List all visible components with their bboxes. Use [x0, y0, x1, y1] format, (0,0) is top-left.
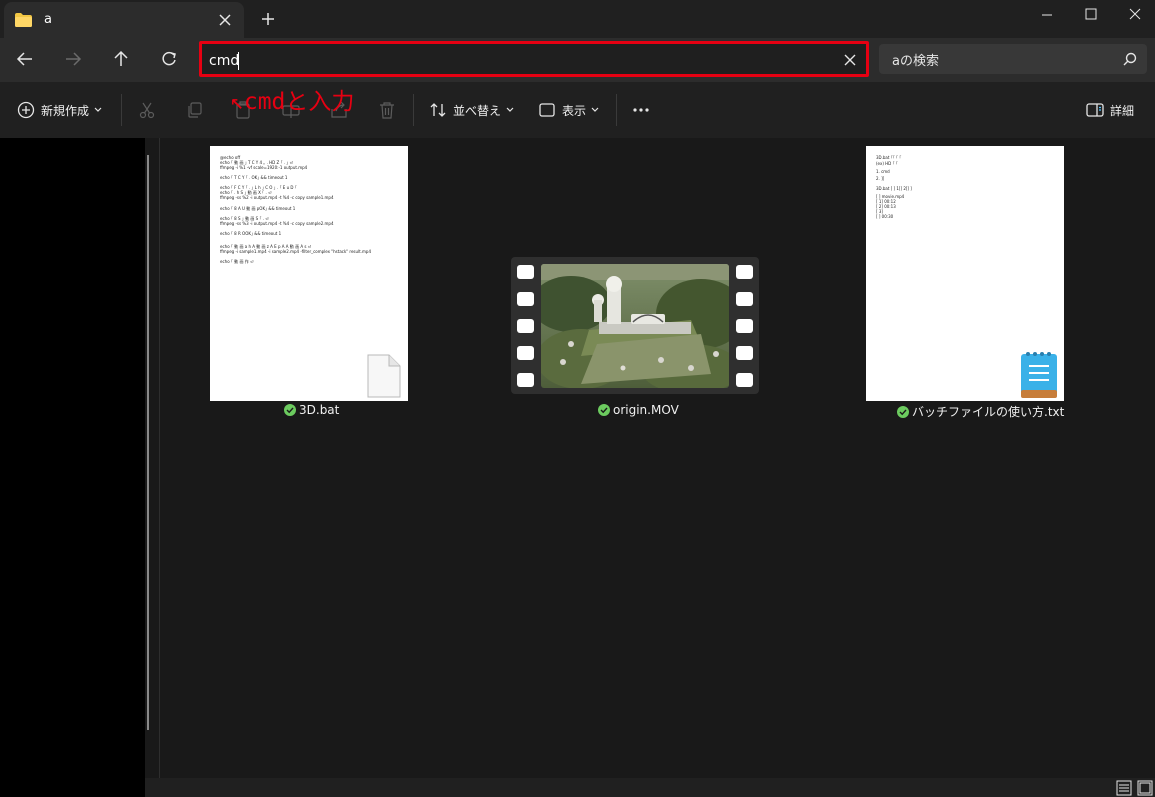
- sort-button[interactable]: 並べ替え: [429, 82, 514, 138]
- file-name-bat[interactable]: 3D.bat: [284, 403, 339, 417]
- film-hole: [736, 319, 753, 333]
- sort-icon: [430, 103, 446, 117]
- new-button[interactable]: 新規作成: [17, 82, 102, 138]
- preview-line: 3D.bat [ ] 1[] 2[] ]: [876, 186, 912, 191]
- preview-line: 1. cmd: [876, 169, 890, 174]
- address-bar[interactable]: [199, 41, 869, 77]
- minimize-icon: [1042, 14, 1052, 16]
- close-window-button[interactable]: [1112, 0, 1155, 30]
- view-icon: [539, 103, 555, 117]
- cut-icon[interactable]: [138, 101, 156, 119]
- film-hole: [736, 373, 753, 387]
- sync-ok-icon: [897, 405, 909, 418]
- preview-line: echo ｢ 動 画 作 ⏎: [220, 259, 254, 264]
- film-hole: [517, 265, 534, 279]
- details-button[interactable]: 詳細: [1086, 82, 1134, 138]
- film-hole: [736, 346, 753, 360]
- search-icon[interactable]: [1122, 51, 1138, 67]
- divider: [413, 94, 414, 126]
- file-name-label: 3D.bat: [299, 403, 340, 417]
- navigation-bar: aの検索: [0, 38, 1155, 82]
- up-arrow-icon[interactable]: [108, 48, 134, 70]
- command-bar: 新規作成 並べ替え 表示 詳細: [0, 82, 1155, 138]
- preview-line: echo ｢ 8 R OOK｣ && timeout 1: [220, 231, 282, 236]
- file-name-txt[interactable]: バッチファイルの使い方.txt: [897, 403, 1064, 420]
- search-placeholder: aの検索: [892, 54, 939, 69]
- generic-file-icon: [367, 354, 401, 398]
- file-name-label: バッチファイルの使い方.txt: [912, 405, 1065, 419]
- view-label: 表示: [562, 103, 587, 118]
- minimize-button[interactable]: [1024, 0, 1070, 30]
- refresh-icon[interactable]: [156, 48, 182, 70]
- preview-line: ffmpeg -i %1 -vf scale=1920:-1 output.mp…: [220, 165, 308, 170]
- search-box[interactable]: aの検索: [879, 44, 1147, 74]
- film-hole: [736, 292, 753, 306]
- view-button[interactable]: 表示: [538, 82, 599, 138]
- vertical-scrollbar[interactable]: [147, 155, 149, 730]
- status-bar: [145, 778, 1155, 797]
- film-hole: [736, 265, 753, 279]
- maximize-button[interactable]: [1068, 0, 1114, 30]
- details-view-icon[interactable]: [1116, 780, 1132, 796]
- sync-ok-icon: [598, 404, 610, 416]
- new-tab-icon[interactable]: [258, 9, 278, 29]
- film-hole: [517, 373, 534, 387]
- copy-icon[interactable]: [186, 101, 204, 119]
- text-caret: [238, 52, 239, 70]
- tab-title: a: [44, 12, 52, 27]
- preview-line: echo ｢ 8 A U 動 画 pOK｣ && timeout 1: [220, 206, 296, 211]
- film-hole: [517, 319, 534, 333]
- details-label: 詳細: [1110, 103, 1135, 118]
- preview-line: [ ] 00:30: [876, 214, 894, 219]
- file-thumbnail-video[interactable]: [511, 257, 759, 394]
- preview-line: 3D.bat ｢｢ ｢ ｢: [876, 155, 902, 160]
- divider: [159, 138, 160, 778]
- preview-line: (ex) HD ｢ ｢: [876, 161, 898, 166]
- details-pane-icon: [1086, 103, 1104, 117]
- notepad-icon: [1021, 352, 1057, 398]
- back-arrow-icon[interactable]: [12, 48, 38, 70]
- divider: [121, 94, 122, 126]
- delete-icon[interactable]: [378, 101, 396, 119]
- video-frame-image: [541, 264, 729, 388]
- file-thumbnail-bat[interactable]: @echo off echo ｢ 動 画 ｣ T C Y 4 ｡ . HD Z ｢…: [210, 146, 408, 401]
- maximize-icon: [1085, 8, 1097, 20]
- plus-circle-icon: [17, 101, 35, 119]
- preview-line: ffmpeg -ss %2 -i output.mp4 -t %4 -c cop…: [220, 195, 334, 200]
- forward-arrow-icon[interactable]: [60, 48, 86, 70]
- file-thumbnail-txt[interactable]: 3D.bat ｢｢ ｢ ｢ (ex) HD ｢ ｢ 1. cmd 2. ][ 3D.ba…: [866, 146, 1064, 401]
- sync-ok-icon: [284, 404, 296, 416]
- preview-line: 2. ][: [876, 176, 885, 181]
- file-name-label: origin.MOV: [613, 403, 679, 417]
- close-icon[interactable]: [215, 10, 235, 30]
- observatory-aerial-image: [541, 264, 729, 388]
- sort-label: 並べ替え: [453, 103, 502, 118]
- instruction-annotation: ↖cmdと入力: [230, 89, 355, 115]
- chevron-down-icon: [94, 107, 102, 112]
- large-icons-view-icon[interactable]: [1137, 780, 1153, 796]
- preview-line: ffmpeg -i sample1.mp4 -i sample2.mp4 -fi…: [220, 249, 371, 254]
- close-window-icon: [1129, 8, 1141, 20]
- more-options-button[interactable]: [632, 82, 650, 138]
- preview-line: echo ｢ T C Y ｢ . OK｣ && timeout 1: [220, 175, 288, 180]
- film-hole: [517, 346, 534, 360]
- address-input[interactable]: [209, 52, 809, 70]
- more-icon: [633, 108, 649, 112]
- chevron-down-icon: [506, 107, 514, 112]
- tab-active[interactable]: a: [4, 2, 244, 38]
- film-hole: [517, 292, 534, 306]
- preview-line: ffmpeg -ss %3 -i output.mp4 -t %4 -c cop…: [220, 221, 334, 226]
- title-bar: a: [0, 0, 1155, 38]
- navigation-pane[interactable]: [0, 138, 145, 797]
- clear-icon[interactable]: [841, 51, 859, 69]
- new-label: 新規作成: [41, 103, 90, 118]
- divider: [616, 94, 617, 126]
- file-name-video[interactable]: origin.MOV: [598, 403, 679, 417]
- folder-icon: [15, 13, 32, 27]
- chevron-down-icon: [591, 107, 599, 112]
